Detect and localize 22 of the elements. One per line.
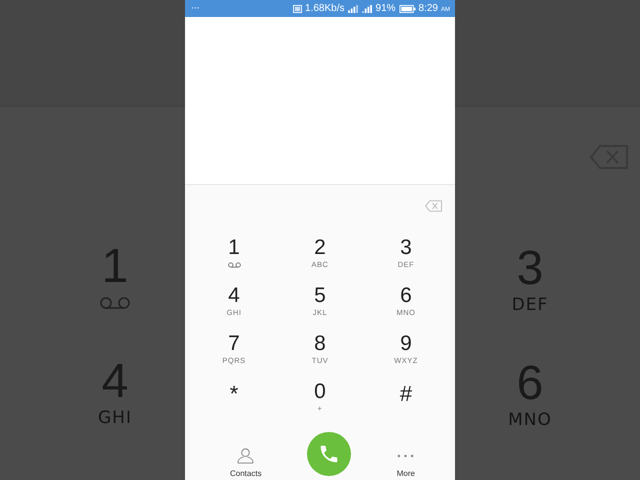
dial-key[interactable]: * <box>191 380 277 428</box>
key-letters: DEF <box>512 295 548 315</box>
voicemail-icon <box>228 262 240 268</box>
phone-icon <box>318 443 340 465</box>
more-button[interactable]: More <box>396 446 415 478</box>
backspace-icon[interactable] <box>425 200 442 212</box>
call-button[interactable] <box>307 432 352 476</box>
person-icon <box>237 446 254 464</box>
signal-icon <box>348 4 359 12</box>
dial-key[interactable]: # <box>363 380 449 428</box>
signal-icon <box>362 4 373 12</box>
screen-icon <box>293 4 302 12</box>
network-speed: 1.68Kb/s <box>305 3 345 14</box>
notification-dots: ··· <box>191 4 200 14</box>
more-icon <box>397 454 414 458</box>
voicemail-icon <box>99 297 131 309</box>
key-letters: MNO <box>508 410 552 430</box>
clock-time: 8:29 <box>418 3 438 14</box>
battery-percent: 91% <box>376 3 396 14</box>
dial-key[interactable]: 1 <box>191 236 277 284</box>
contacts-button[interactable]: Contacts <box>230 446 262 478</box>
battery-icon <box>398 4 416 12</box>
